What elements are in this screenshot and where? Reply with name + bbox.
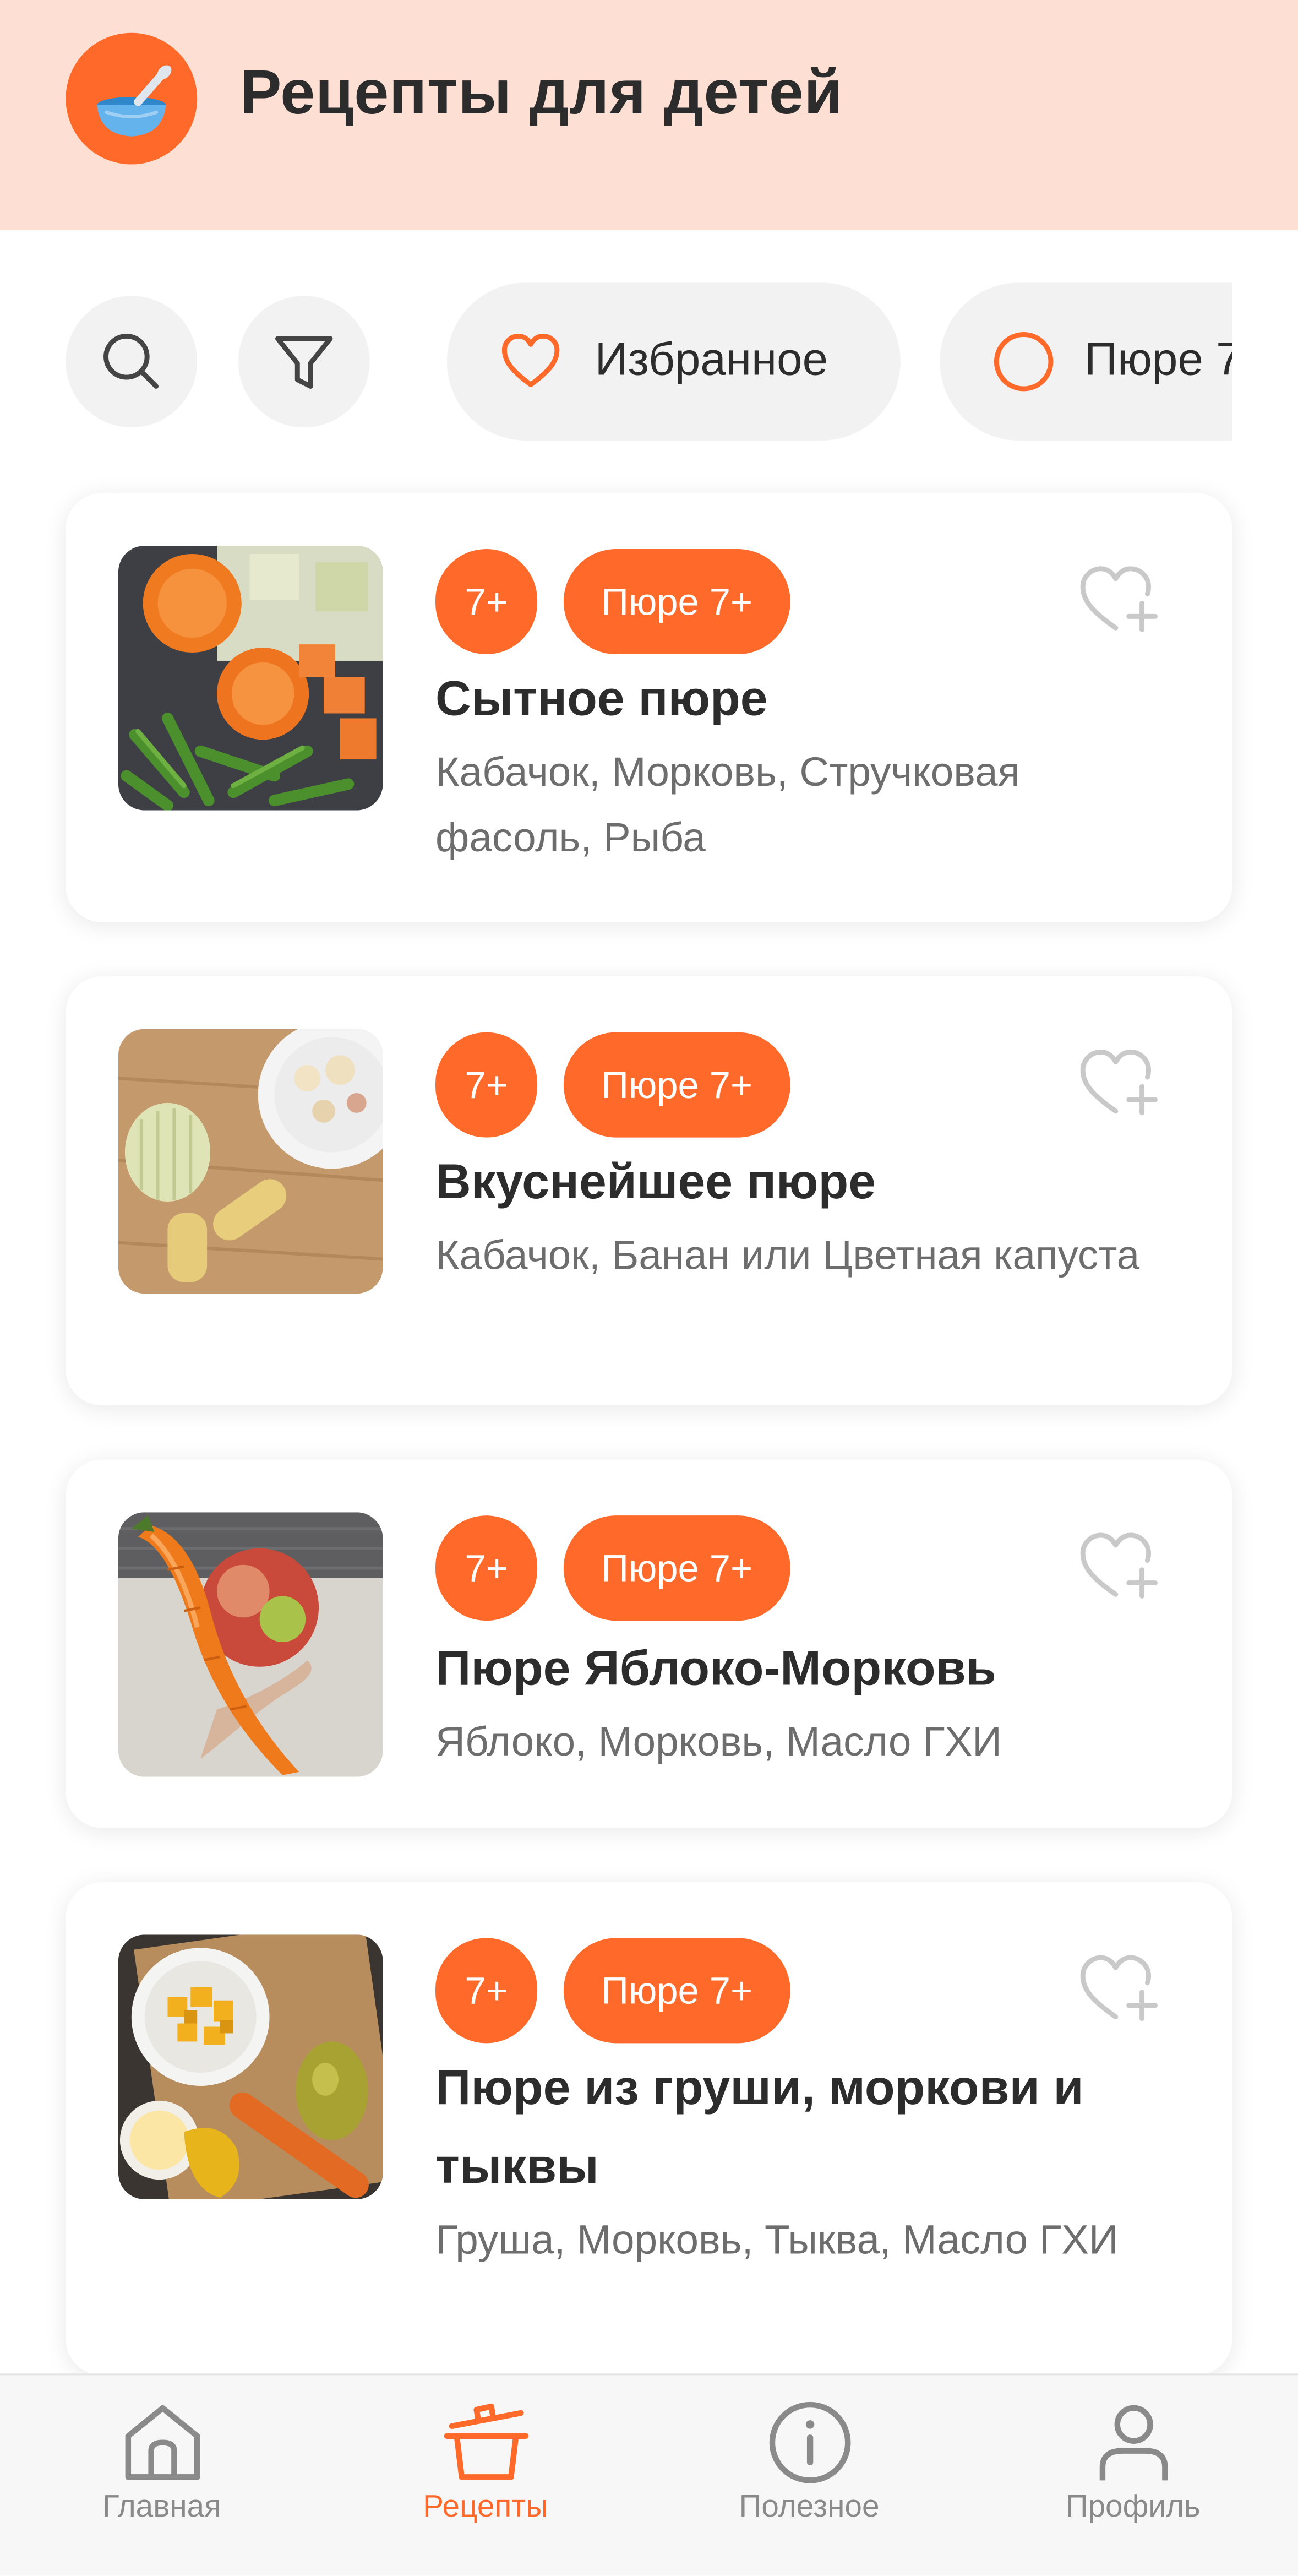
nav-home[interactable]: Главная bbox=[0, 2375, 324, 2575]
recipe-ingredients: Груша, Морковь, Тыква, Масло ГХИ bbox=[435, 2217, 1119, 2264]
circle-outline-icon bbox=[994, 331, 1054, 392]
chip-favorites[interactable]: Избранное bbox=[446, 282, 901, 441]
age-badge: 7+ bbox=[435, 1938, 538, 2044]
chip-puree-label: Пюре 7+ bbox=[1084, 333, 1232, 385]
bowl-icon bbox=[97, 65, 172, 137]
heart-outline-icon bbox=[501, 333, 560, 387]
user-icon bbox=[1099, 2405, 1168, 2481]
category-badge: Пюре 7+ bbox=[563, 1938, 790, 2044]
nav-profile-label: Профиль bbox=[1065, 2490, 1201, 2525]
category-badge: Пюре 7+ bbox=[563, 1032, 790, 1138]
search-icon bbox=[103, 333, 159, 389]
recipe-photo bbox=[118, 1934, 383, 2199]
recipe-title: Вкуснейшее пюре bbox=[435, 1155, 876, 1210]
filter-icon bbox=[275, 336, 333, 389]
recipe-card[interactable]: 7+ Пюре 7+ Сытное пюре Кабачок, Морковь,… bbox=[66, 493, 1232, 922]
heart-plus-icon[interactable] bbox=[1076, 562, 1161, 638]
nav-recipes-label: Рецепты bbox=[423, 2490, 548, 2525]
age-badge: 7+ bbox=[435, 1032, 538, 1138]
recipe-photo bbox=[118, 546, 383, 811]
age-badge: 7+ bbox=[435, 1515, 538, 1621]
recipe-title: Сытное пюре bbox=[435, 672, 768, 727]
bottom-nav: Главная Рецепты Полезное Профиль bbox=[0, 2373, 1298, 2576]
page-title: Рецепты для детей bbox=[239, 59, 843, 128]
recipe-photo bbox=[118, 1029, 383, 1294]
category-chips: Избранное Пюре 7+ bbox=[446, 282, 1232, 444]
app-header: Рецепты для детей bbox=[0, 0, 1298, 230]
filter-button[interactable] bbox=[238, 296, 370, 428]
recipe-title: Пюре Яблоко-Морковь bbox=[435, 1642, 996, 1697]
heart-plus-icon[interactable] bbox=[1076, 1529, 1161, 1604]
nav-recipes[interactable]: Рецепты bbox=[324, 2375, 647, 2575]
home-icon bbox=[125, 2405, 200, 2480]
nav-useful[interactable]: Полезное bbox=[647, 2375, 971, 2575]
chip-puree-7[interactable]: Пюре 7+ bbox=[940, 282, 1232, 441]
recipe-ingredients: Кабачок, Банан или Цветная капуста bbox=[435, 1232, 1140, 1279]
app-screen: Рецепты для детей Избранное Пюре 7+ Пюре… bbox=[0, 0, 1298, 2576]
nav-home-label: Главная bbox=[102, 2490, 221, 2525]
recipe-title: Пюре из груши, моркови и тыквы bbox=[435, 2061, 1084, 2194]
search-button[interactable] bbox=[66, 296, 198, 428]
category-badge: Пюре 7+ bbox=[563, 1515, 790, 1621]
nav-useful-label: Полезное bbox=[739, 2490, 880, 2525]
recipe-card[interactable]: 7+ Пюре 7+ Пюре Яблоко-Морковь Яблоко, М… bbox=[66, 1459, 1232, 1828]
recipe-card[interactable]: 7+ Пюре 7+ Пюре из груши, моркови и тыкв… bbox=[66, 1882, 1232, 2376]
chip-favorites-label: Избранное bbox=[595, 333, 828, 385]
recipe-card[interactable]: 7+ Пюре 7+ Вкуснейшее пюре Кабачок, Бана… bbox=[66, 976, 1232, 1406]
app-logo bbox=[66, 32, 198, 165]
nav-profile[interactable]: Профиль bbox=[971, 2375, 1295, 2575]
recipe-ingredients: Яблоко, Морковь, Масло ГХИ bbox=[435, 1719, 1002, 1765]
heart-plus-icon[interactable] bbox=[1076, 1951, 1161, 2026]
age-badge: 7+ bbox=[435, 548, 538, 655]
pot-icon bbox=[444, 2403, 529, 2480]
recipe-ingredients: Кабачок, Морковь, Стручковая фасоль, Рыб… bbox=[435, 749, 1021, 862]
recipe-photo bbox=[118, 1512, 383, 1777]
category-badge: Пюре 7+ bbox=[563, 548, 790, 655]
info-icon bbox=[769, 2401, 851, 2483]
heart-plus-icon[interactable] bbox=[1076, 1045, 1161, 1121]
